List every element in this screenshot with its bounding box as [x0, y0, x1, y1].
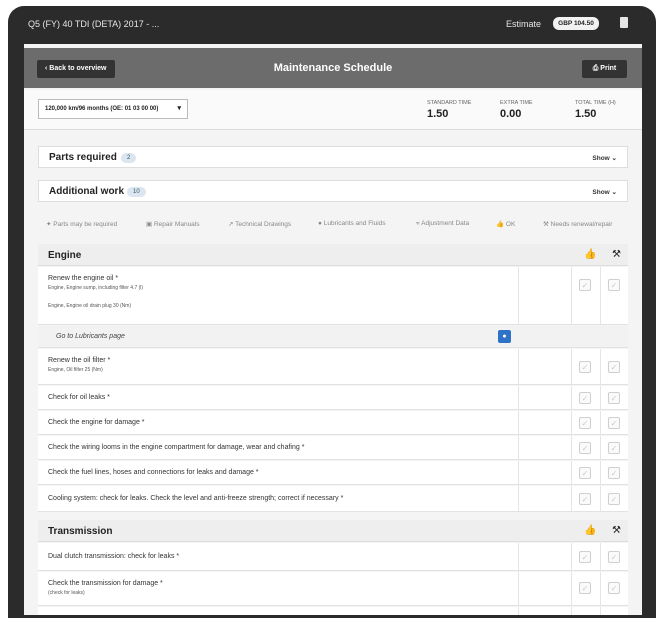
repair-checkbox[interactable]: ✓ — [608, 493, 620, 505]
print-label: Print — [600, 65, 617, 72]
legend-lubricants: ● Lubricants and Fluids — [318, 220, 386, 227]
repair-checkbox[interactable]: ✓ — [608, 392, 620, 404]
additional-work-count: 10 — [127, 187, 146, 197]
engine-section-header: Engine 👍 ⚒ — [38, 244, 628, 266]
wrench-icon: ⚒ — [543, 221, 549, 228]
manual-icon: ▣ — [146, 221, 153, 228]
lubricants-row[interactable]: Go to Lubricants page ● — [38, 326, 628, 348]
table-row: Check the fuel lines, hoses and connecti… — [38, 461, 628, 485]
vehicle-title[interactable]: Q5 (FY) 40 TDI (DETA) 2017 - ... — [28, 19, 159, 29]
task-label: Check for oil leaks * — [48, 394, 110, 401]
estimate-badge[interactable]: GBP 104.50 — [553, 17, 599, 30]
legend-needs-renewal: ⚒ Needs renewal/repair — [543, 221, 613, 228]
table-row: Check the transmission for damage * (che… — [38, 572, 628, 606]
task-label: Check the transmission for damage * — [48, 580, 163, 587]
parts-required-section[interactable]: Parts required 2 Show ⌄ — [38, 146, 628, 168]
extra-time-value: 0.00 — [500, 108, 522, 120]
ok-checkbox[interactable]: ✓ — [579, 467, 591, 479]
extra-time-label: EXTRA TIME — [500, 100, 533, 106]
standard-time: STANDARD TIME 1.50 — [427, 100, 471, 120]
repair-checkbox[interactable]: ✓ — [608, 467, 620, 479]
table-row — [38, 607, 628, 615]
table-row: Renew the engine oil * Engine, Engine su… — [38, 267, 628, 325]
task-label: Check the wiring looms in the engine com… — [48, 444, 305, 451]
parts-required-count: 2 — [121, 153, 137, 163]
thumbs-up-icon: 👍 — [496, 221, 505, 228]
ok-checkbox[interactable]: ✓ — [579, 279, 591, 291]
repair-checkbox[interactable]: ✓ — [608, 279, 620, 291]
wrench-icon: ⚒ — [612, 249, 621, 260]
additional-work-section[interactable]: Additional work 10 Show ⌄ — [38, 180, 628, 202]
ok-checkbox[interactable]: ✓ — [579, 551, 591, 563]
ok-checkbox[interactable]: ✓ — [579, 392, 591, 404]
repair-checkbox[interactable]: ✓ — [608, 361, 620, 373]
parts-required-title: Parts required — [49, 152, 117, 163]
ok-checkbox[interactable]: ✓ — [579, 582, 591, 594]
extra-time: EXTRA TIME 0.00 — [500, 100, 533, 120]
legend-repair-manuals: ▣ Repair Manuals — [146, 221, 200, 228]
interval-bar: 120,000 km/96 months (OE: 01 03 00 00) ▾… — [24, 90, 642, 130]
legend-ok: 👍 OK — [496, 221, 516, 228]
chevron-down-icon: ▾ — [177, 105, 181, 112]
interval-selected-value: 120,000 km/96 months (OE: 01 03 00 00) — [45, 106, 159, 112]
task-label: Renew the oil filter * — [48, 357, 111, 364]
task-detail: Engine, Engine sump, including filter 4.… — [48, 285, 144, 291]
ok-checkbox[interactable]: ✓ — [579, 361, 591, 373]
total-time: TOTAL TIME (H) 1.50 — [575, 100, 616, 120]
thumbs-up-icon: 👍 — [584, 525, 597, 536]
task-detail: (check for leaks) — [48, 590, 85, 596]
table-row: Renew the oil filter * Engine, Oil filte… — [38, 349, 628, 385]
additional-work-show[interactable]: Show ⌄ — [592, 188, 617, 196]
document-icon[interactable] — [620, 17, 628, 28]
legend-adjustment-data: ⫧ Adjustment Data — [416, 220, 470, 227]
page-header: ‹ Back to overview Maintenance Schedule … — [24, 48, 642, 88]
table-row: Check the wiring looms in the engine com… — [38, 436, 628, 460]
ok-checkbox[interactable]: ✓ — [579, 493, 591, 505]
additional-work-title: Additional work — [49, 186, 124, 197]
task-label: Check the fuel lines, hoses and connecti… — [48, 469, 259, 476]
thumbs-up-icon: 👍 — [584, 249, 597, 260]
parts-icon: ✦ — [46, 221, 52, 228]
engine-title: Engine — [48, 250, 82, 261]
adjustment-icon: ⫧ — [416, 220, 420, 227]
ok-checkbox[interactable]: ✓ — [579, 417, 591, 429]
lubricants-link[interactable]: Go to Lubricants page — [56, 333, 125, 340]
repair-checkbox[interactable]: ✓ — [608, 551, 620, 563]
table-row: Cooling system: check for leaks. Check t… — [38, 486, 628, 512]
task-label: Renew the engine oil * — [48, 275, 119, 282]
drawing-icon: ↗ — [228, 221, 234, 228]
top-bar: Q5 (FY) 40 TDI (DETA) 2017 - ... Estimat… — [8, 6, 656, 42]
task-label: Cooling system: check for leaks. Check t… — [48, 495, 344, 502]
wrench-icon: ⚒ — [612, 525, 621, 536]
page-title: Maintenance Schedule — [273, 62, 393, 74]
table-row: Check for oil leaks * ✓ ✓ — [38, 386, 628, 410]
main-content: ‹ Back to overview Maintenance Schedule … — [24, 44, 642, 615]
printer-icon: ⎙ — [592, 65, 599, 72]
lubricant-icon: ● — [318, 220, 322, 227]
total-time-label: TOTAL TIME (H) — [575, 100, 616, 106]
estimate-label: Estimate — [506, 19, 542, 29]
standard-time-label: STANDARD TIME — [427, 100, 472, 106]
repair-checkbox[interactable]: ✓ — [608, 582, 620, 594]
table-row: Dual clutch transmission: check for leak… — [38, 543, 628, 571]
task-label: Check the engine for damage * — [48, 419, 145, 426]
repair-checkbox[interactable]: ✓ — [608, 417, 620, 429]
parts-required-show[interactable]: Show ⌄ — [592, 154, 617, 162]
legend-technical-drawings: ↗ Technical Drawings — [228, 221, 292, 228]
standard-time-value: 1.50 — [427, 108, 449, 120]
legend-parts: ✦ Parts may be required — [46, 221, 118, 228]
task-detail: Engine, Oil filter 25 (Nm) — [48, 367, 103, 373]
interval-select[interactable]: 120,000 km/96 months (OE: 01 03 00 00) ▾ — [38, 99, 188, 119]
transmission-section-header: Transmission 👍 ⚒ — [38, 520, 628, 542]
table-row: Check the engine for damage * ✓ ✓ — [38, 411, 628, 435]
task-label: Dual clutch transmission: check for leak… — [48, 553, 180, 560]
task-detail: Engine, Engine oil drain plug 30 (Nm) — [48, 303, 132, 309]
repair-checkbox[interactable]: ✓ — [608, 442, 620, 454]
print-button[interactable]: ⎙ Print — [582, 60, 627, 78]
legend: ✦ Parts may be required ▣ Repair Manuals… — [38, 216, 642, 232]
transmission-title: Transmission — [48, 526, 113, 537]
lubricant-icon[interactable]: ● — [498, 330, 511, 343]
total-time-value: 1.50 — [575, 108, 597, 120]
ok-checkbox[interactable]: ✓ — [579, 442, 591, 454]
